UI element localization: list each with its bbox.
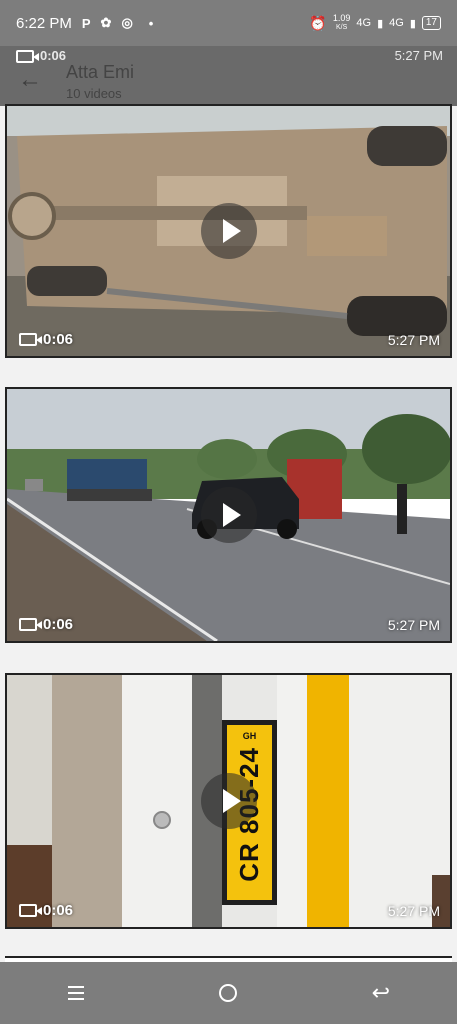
video-time: 5:27 PM (387, 617, 440, 633)
page-subtitle: 10 videos (66, 86, 122, 101)
video-duration-row: 0:06 (19, 616, 73, 633)
network-4g-2: 4G (389, 17, 404, 29)
header-area: 0:06 5:27 PM ← Atta Emi 10 videos (0, 46, 457, 106)
video-duration: 0:06 (43, 331, 74, 348)
video-time: 5:27 PM (394, 48, 443, 63)
video-duration: 0:06 (43, 616, 74, 633)
status-time: 6:22 PM (16, 14, 72, 32)
video-time: 5:27 PM (387, 332, 440, 348)
arrow-left-icon[interactable]: ← (18, 66, 42, 94)
network-4g-1: 4G (356, 17, 372, 29)
signal-icon-2: ▮ (409, 17, 416, 30)
video-camera-icon (16, 50, 39, 63)
page-title: Atta Emi (66, 62, 135, 82)
recents-icon[interactable] (46, 973, 106, 1013)
play-icon[interactable] (200, 203, 257, 259)
pinwheel-icon: ✿ (100, 15, 112, 30)
video-camera-icon (19, 333, 42, 346)
play-icon[interactable] (200, 773, 257, 829)
alarm-icon: ⏰ (309, 14, 327, 31)
video-card-2[interactable]: 0:06 5:27 PM (5, 387, 452, 643)
whatsapp-icon: ◎ (121, 15, 133, 30)
play-icon[interactable] (200, 487, 257, 543)
video-card-1[interactable]: 0:06 5:27 PM (5, 104, 452, 358)
video-card-3[interactable]: GH CR 805-24 0:06 5:27 PM (5, 673, 452, 929)
system-nav-bar: ↩ (0, 962, 457, 1024)
back-nav-icon[interactable]: ↩ (351, 973, 411, 1013)
video-camera-icon (19, 904, 42, 917)
speed-readout: 1.09 K/S (332, 13, 351, 32)
video-duration-row: 0:06 (19, 331, 73, 348)
video-duration: 0:06 (40, 48, 67, 63)
video-camera-icon (19, 618, 42, 631)
video-duration-row: 0:06 (19, 902, 73, 919)
home-icon[interactable] (198, 973, 258, 1013)
battery-icon: 17 (421, 16, 441, 30)
video-time: 5:27 PM (387, 903, 440, 919)
signal-icon-1: ▮ (377, 17, 384, 30)
plate-suffix: GH (242, 731, 257, 741)
p-icon: P (81, 15, 91, 31)
status-bar: 6:22 PM P ✿ ◎ • ⏰ 1.09 K/S 4G ▮ 4G ▮ 17 (0, 0, 457, 46)
dot-icon: • (148, 15, 154, 31)
video-duration: 0:06 (43, 902, 74, 919)
